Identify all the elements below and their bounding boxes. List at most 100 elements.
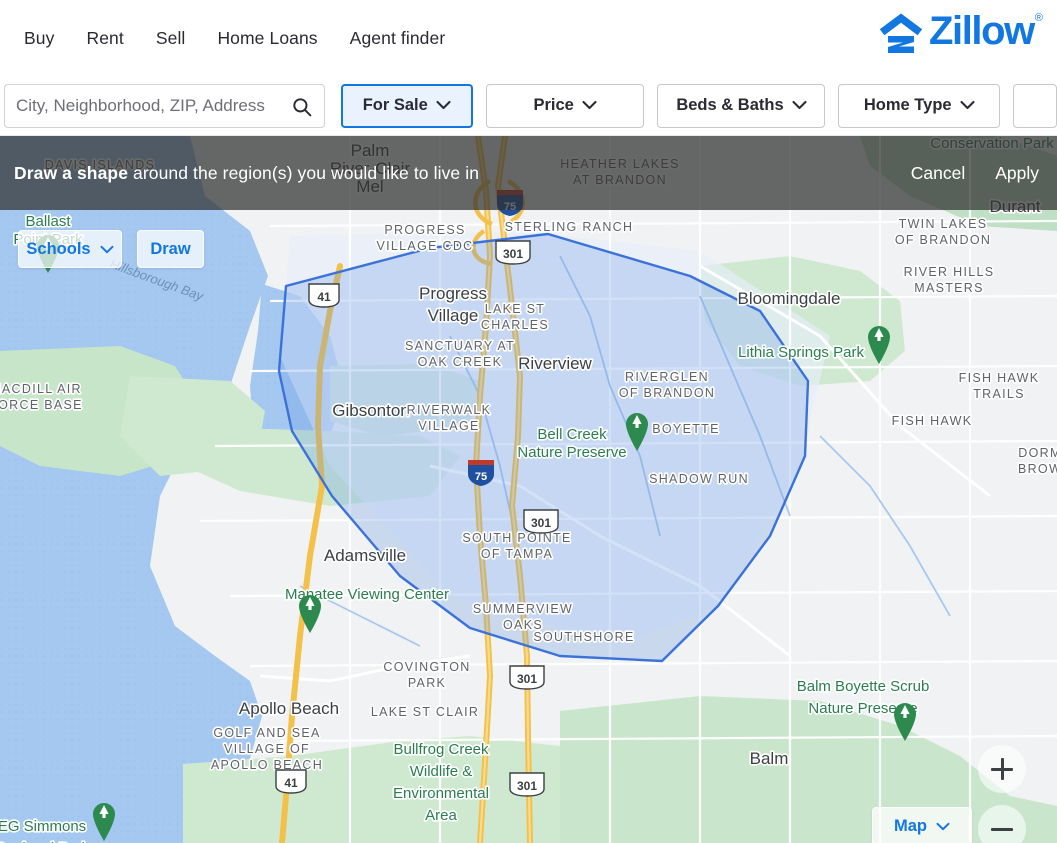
- svg-text:BROW: BROW: [1018, 462, 1057, 476]
- svg-text:Village: Village: [428, 306, 479, 325]
- chevron-down-icon: [960, 96, 975, 115]
- svg-text:Adamsville: Adamsville: [324, 546, 406, 565]
- svg-text:LAKE ST: LAKE ST: [485, 302, 546, 316]
- nav-item-rent[interactable]: Rent: [70, 22, 139, 55]
- filter-chip-for-sale[interactable]: For Sale: [340, 83, 473, 128]
- site-header: Buy Rent Sell Home Loans Agent finder Zi…: [0, 0, 1057, 76]
- svg-text:Balm Boyette Scrub: Balm Boyette Scrub: [797, 678, 930, 695]
- svg-text:Wildlife &: Wildlife &: [410, 763, 473, 780]
- apply-button[interactable]: Apply: [995, 163, 1039, 184]
- zillow-house-z-icon: [879, 12, 923, 59]
- svg-text:VILLAGE CDC: VILLAGE CDC: [377, 239, 474, 253]
- chevron-down-icon: [100, 240, 114, 259]
- nav-item-agent-finder[interactable]: Agent finder: [334, 22, 462, 55]
- svg-text:RIVER HILLS: RIVER HILLS: [904, 265, 995, 279]
- chevron-down-icon: [936, 817, 950, 836]
- svg-text:FISH HAWK: FISH HAWK: [892, 414, 973, 428]
- filter-chip-beds-baths[interactable]: Beds & Baths: [657, 83, 826, 128]
- svg-text:BOYETTE: BOYETTE: [652, 422, 719, 436]
- svg-text:COVINGTON: COVINGTON: [383, 660, 470, 674]
- svg-text:VILLAGE: VILLAGE: [418, 419, 479, 433]
- svg-text:MASTERS: MASTERS: [914, 281, 984, 295]
- svg-text:PARK: PARK: [408, 676, 446, 690]
- svg-text:Apollo Beach: Apollo Beach: [239, 699, 339, 718]
- cancel-button[interactable]: Cancel: [911, 163, 965, 184]
- svg-text:DORM: DORM: [1018, 446, 1057, 460]
- svg-text:Environmental: Environmental: [393, 785, 489, 802]
- svg-text:RIVERGLEN: RIVERGLEN: [625, 370, 709, 384]
- svg-text:EG Simmons: EG Simmons: [0, 818, 86, 835]
- svg-text:Nature Preserve: Nature Preserve: [517, 444, 626, 461]
- search-icon[interactable]: [292, 97, 312, 117]
- map-type-button[interactable]: Map: [872, 807, 972, 843]
- filter-chip-price[interactable]: Price: [485, 83, 645, 128]
- svg-text:CHARLES: CHARLES: [481, 318, 549, 332]
- svg-text:STERLING RANCH: STERLING RANCH: [505, 220, 634, 234]
- plus-icon-vertical: [1000, 758, 1004, 780]
- svg-text:TWIN LAKES: TWIN LAKES: [899, 217, 988, 231]
- nav-item-sell[interactable]: Sell: [140, 22, 202, 55]
- svg-text:LAKE ST CLAIR: LAKE ST CLAIR: [371, 705, 479, 719]
- nav-item-home-loans[interactable]: Home Loans: [201, 22, 333, 55]
- filter-chip-price-label: Price: [533, 96, 574, 114]
- svg-text:Bloomingdale: Bloomingdale: [737, 289, 840, 308]
- svg-text:SOUTH POINTE: SOUTH POINTE: [462, 531, 571, 545]
- zillow-logo[interactable]: Zillow ®: [879, 9, 1043, 59]
- draw-button-label: Draw: [150, 239, 191, 258]
- svg-text:FISH HAWK: FISH HAWK: [959, 371, 1040, 385]
- chevron-down-icon: [792, 96, 807, 115]
- svg-text:TRAILS: TRAILS: [973, 387, 1025, 401]
- draw-shape-message-bold: Draw a shape: [14, 162, 129, 183]
- filter-chip-beds-baths-label: Beds & Baths: [676, 96, 784, 114]
- draw-shape-banner: Draw a shape around the region(s) you wo…: [0, 136, 1057, 210]
- svg-text:Gibsonton: Gibsonton: [332, 401, 410, 420]
- svg-text:OF BRANDON: OF BRANDON: [619, 386, 715, 400]
- zoom-in-button[interactable]: [978, 745, 1026, 793]
- svg-text:Bell Creek: Bell Creek: [537, 426, 607, 443]
- svg-text:OF TAMPA: OF TAMPA: [481, 547, 553, 561]
- svg-text:SANCTUARY AT: SANCTUARY AT: [405, 339, 515, 353]
- svg-text:41: 41: [317, 290, 331, 304]
- filter-chip-for-sale-label: For Sale: [362, 96, 428, 114]
- draw-shape-message: Draw a shape around the region(s) you wo…: [14, 163, 479, 184]
- svg-text:Lithia Springs Park: Lithia Springs Park: [738, 344, 864, 361]
- svg-text:SHADOW RUN: SHADOW RUN: [649, 472, 749, 486]
- banner-actions: Cancel Apply: [911, 163, 1057, 184]
- svg-text:301: 301: [531, 516, 551, 530]
- svg-text:PROGRESS: PROGRESS: [384, 223, 465, 237]
- filter-bar: For Sale Price Beds & Baths Home Type: [0, 76, 1057, 136]
- schools-filter-button[interactable]: Schools: [18, 230, 122, 268]
- svg-text:Ballast: Ballast: [25, 213, 71, 230]
- draw-button[interactable]: Draw: [137, 230, 204, 268]
- svg-text:Riverview: Riverview: [518, 354, 592, 373]
- svg-text:VILLAGE OF: VILLAGE OF: [224, 742, 310, 756]
- filter-chip-home-type-label: Home Type: [863, 96, 952, 114]
- svg-text:MACDILL AIR: MACDILL AIR: [0, 382, 82, 396]
- svg-text:SUMMERVIEW: SUMMERVIEW: [473, 602, 573, 616]
- svg-text:OAK CREEK: OAK CREEK: [418, 355, 503, 369]
- svg-text:41: 41: [284, 776, 298, 790]
- search-box[interactable]: [4, 83, 325, 128]
- filter-chip-more-partial[interactable]: [1013, 83, 1057, 128]
- minus-icon: [991, 827, 1013, 831]
- svg-text:Progress: Progress: [419, 284, 487, 303]
- zillow-wordmark: Zillow: [928, 9, 1035, 53]
- svg-text:FORCE BASE: FORCE BASE: [0, 398, 83, 412]
- map-canvas[interactable]: Palm River-Clair Mel Progress Village Ri…: [0, 136, 1057, 843]
- svg-text:Area: Area: [425, 807, 457, 824]
- registered-trademark-icon: ®: [1034, 12, 1043, 24]
- svg-text:Balm: Balm: [750, 749, 789, 768]
- svg-text:75: 75: [475, 471, 487, 483]
- search-input[interactable]: [5, 85, 295, 126]
- nav-item-buy[interactable]: Buy: [8, 22, 70, 55]
- svg-text:GOLF AND SEA: GOLF AND SEA: [213, 726, 320, 740]
- svg-text:301: 301: [517, 779, 537, 793]
- schools-button-label: Schools: [26, 239, 91, 258]
- filter-chip-home-type[interactable]: Home Type: [838, 83, 1000, 128]
- chevron-down-icon: [582, 96, 597, 115]
- svg-text:301: 301: [503, 247, 523, 261]
- svg-text:RIVERWALK: RIVERWALK: [407, 403, 492, 417]
- zillow-map-page: Buy Rent Sell Home Loans Agent finder Zi…: [0, 0, 1057, 843]
- svg-text:SOUTHSHORE: SOUTHSHORE: [533, 630, 634, 644]
- map-type-label: Map: [894, 816, 927, 835]
